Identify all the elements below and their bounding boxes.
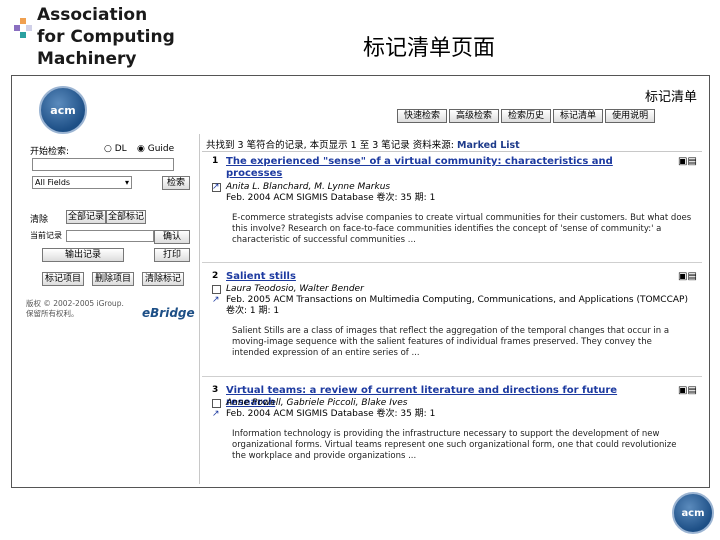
divider xyxy=(202,151,702,152)
remove-button[interactable]: 删除项目 xyxy=(92,272,134,286)
summary-source: Marked List xyxy=(457,140,520,151)
results-summary: 共找到 3 笔符合的记录, 本页显示 1 至 3 笔记录 资料来源: Marke… xyxy=(206,137,520,151)
print-button[interactable]: 打印 xyxy=(154,248,190,262)
radio-guide[interactable]: ◉ Guide xyxy=(137,144,174,154)
decorative-square xyxy=(26,25,32,31)
record-authors: Laura Teodosio, Walter Bender xyxy=(226,284,364,294)
record-action-icons[interactable]: ▣▤ xyxy=(678,385,697,396)
field-select-value: All Fields xyxy=(35,178,71,187)
add-to-list-icon[interactable]: ↗ xyxy=(212,409,220,419)
logo-text: acm xyxy=(681,507,705,519)
saved-results-label: 当前记录 xyxy=(30,231,62,240)
divider xyxy=(202,262,702,263)
all-records-button[interactable]: 全部记录 xyxy=(66,210,106,224)
title-line: for Computing xyxy=(37,27,175,47)
record-meta: Feb. 2004 ACM SIGMIS Database 卷次: 35 期: … xyxy=(226,193,436,203)
tab-bar: 快速检索 高级检索 检索历史 标记清单 使用说明 xyxy=(397,109,656,123)
decorative-square xyxy=(20,32,26,38)
tab-marked-list[interactable]: 标记清单 xyxy=(553,109,604,123)
association-title: Association for Computing Machinery xyxy=(37,4,175,70)
radio-dl[interactable]: ○ DL xyxy=(104,144,127,154)
decorative-square xyxy=(20,18,26,24)
export-button[interactable]: 输出记录 xyxy=(42,248,124,262)
record-authors: Anita L. Blanchard, M. Lynne Markus xyxy=(226,182,391,192)
acm-logo[interactable]: acm xyxy=(39,86,87,134)
record-abstract: E-commerce strategists advise companies … xyxy=(232,213,692,245)
record-abstract: Information technology is providing the … xyxy=(232,429,677,461)
all-tagged-button[interactable]: 全部标记 xyxy=(106,210,146,224)
title-line: Machinery xyxy=(37,49,137,69)
copyright-text: 版权 © 2002-2005 iGroup. 保留所有权利。 xyxy=(26,299,124,318)
sidebar: 开始检索: ○ DL ◉ Guide All Fields ▾ 检索 清除 全部记… xyxy=(22,134,195,404)
tab-help[interactable]: 使用说明 xyxy=(605,109,656,123)
page-title: 标记清单 xyxy=(644,90,697,105)
title-line: Association xyxy=(37,5,148,25)
record-checkbox[interactable] xyxy=(212,399,221,408)
record-meta: Feb. 2004 ACM SIGMIS Database 卷次: 35 期: … xyxy=(226,409,436,419)
clear-label: 清除 xyxy=(30,215,49,225)
record-number: 2 xyxy=(212,271,219,281)
record-meta: Feb. 2005 ACM Transactions on Multimedia… xyxy=(226,295,688,316)
results-input[interactable] xyxy=(66,230,154,242)
clear-all-button[interactable]: 清除标记 xyxy=(142,272,184,286)
confirm-button[interactable]: 确认 xyxy=(154,230,190,244)
record-action-icons[interactable]: ▣▤ xyxy=(678,156,697,167)
tab-search-history[interactable]: 检索历史 xyxy=(501,109,552,123)
acm-logo: acm xyxy=(672,492,714,534)
record-number: 3 xyxy=(212,385,219,395)
record-title-link[interactable]: Salient stills xyxy=(226,271,626,283)
record-action-icons[interactable]: ▣▤ xyxy=(678,271,697,282)
chevron-down-icon: ▾ xyxy=(124,178,129,187)
search-button[interactable]: 检索 xyxy=(162,176,190,190)
record-authors: Anne Powell, Gabriele Piccoli, Blake Ive… xyxy=(226,398,408,408)
record-title-link[interactable]: The experienced "sense" of a virtual com… xyxy=(226,156,626,180)
record-number: 1 xyxy=(212,156,219,166)
ebridge-logo: eBridge xyxy=(142,306,195,320)
radio-guide-label: Guide xyxy=(147,144,175,154)
divider xyxy=(199,134,200,484)
record-checkbox[interactable] xyxy=(212,285,221,294)
decorative-square xyxy=(14,25,20,31)
search-input[interactable] xyxy=(32,158,174,171)
start-search-label: 开始检索: xyxy=(30,147,70,157)
logo-text: acm xyxy=(50,103,76,117)
tab-quick-search[interactable]: 快速检索 xyxy=(397,109,448,123)
mark-button[interactable]: 标记项目 xyxy=(42,272,84,286)
divider xyxy=(202,376,702,377)
add-to-list-icon[interactable]: ↗ xyxy=(212,182,220,192)
record-abstract: Salient Stills are a class of images tha… xyxy=(232,326,670,358)
tab-advanced-search[interactable]: 高级检索 xyxy=(449,109,500,123)
field-select[interactable]: All Fields ▾ xyxy=(32,176,132,189)
slide-title: 标记清单页面 xyxy=(363,36,496,61)
screenshot-frame: acm 标记清单 快速检索 高级检索 检索历史 标记清单 使用说明 开始检索: … xyxy=(11,75,710,488)
summary-text: 共找到 3 笔符合的记录, 本页显示 1 至 3 笔记录 资料来源: xyxy=(206,140,455,151)
add-to-list-icon[interactable]: ↗ xyxy=(212,295,220,305)
radio-dl-label: DL xyxy=(114,144,127,154)
